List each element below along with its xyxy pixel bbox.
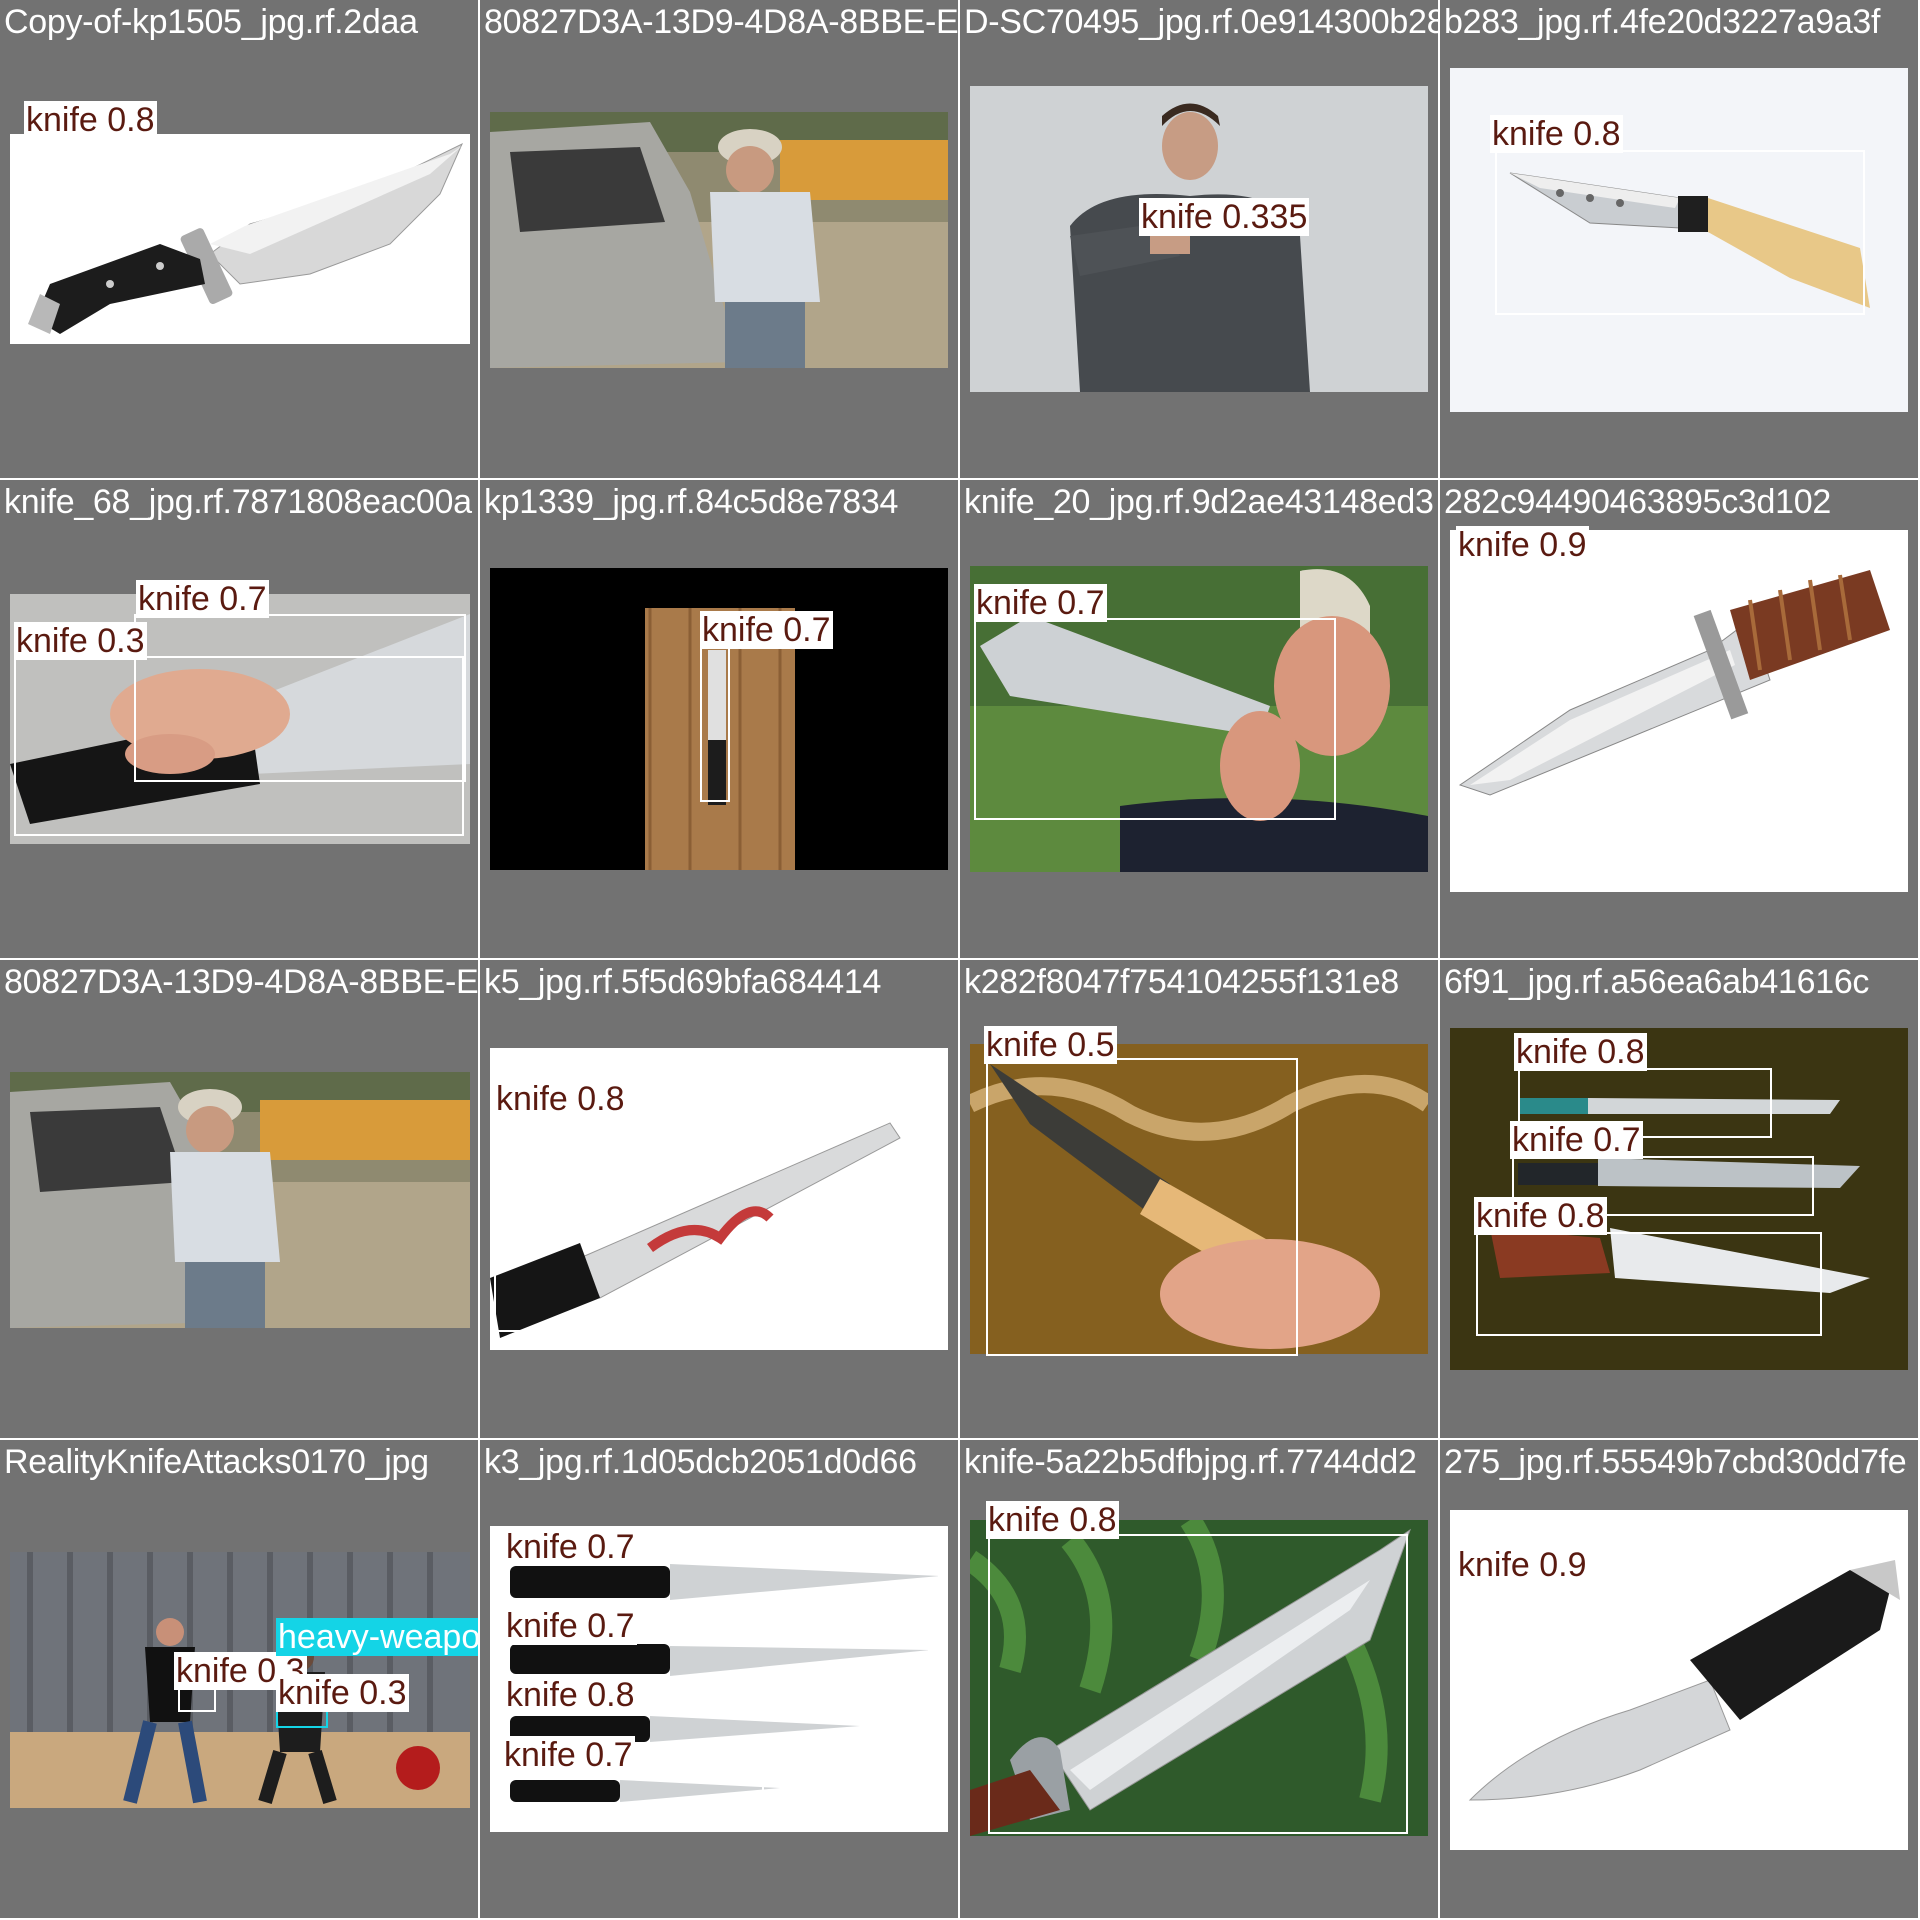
tile-title: k282f8047f754104255f131e8 <box>964 963 1399 1001</box>
detection-label: knife 0.8 <box>1514 1033 1647 1071</box>
tile-title: k5_jpg.rf.5f5d69bfa684414 <box>484 963 882 1001</box>
detection-label: knife 0.8 <box>986 1501 1119 1539</box>
tile-title: knife_68_jpg.rf.7871808eac00a <box>4 483 472 521</box>
tile-title: knife_20_jpg.rf.9d2ae43148ed3 <box>964 483 1434 521</box>
tile-title: 80827D3A-13D9-4D8A-8BBE-E67D <box>484 3 958 41</box>
tile-title: 282c94490463895c3d102 <box>1444 483 1831 521</box>
tile: 275_jpg.rf.55549b7cbd30dd7fe knife 0.9 <box>1440 1440 1918 1918</box>
tile-title: 6f91_jpg.rf.a56ea6ab41616c <box>1444 963 1870 1001</box>
tile-title: Copy-of-kp1505_jpg.rf.2daa <box>4 3 418 41</box>
detection-label: knife 0.8 <box>1490 115 1623 153</box>
tile: 6f91_jpg.rf.a56ea6ab41616c knife 0.8 kni… <box>1440 960 1918 1438</box>
tile: Copy-of-kp1505_jpg.rf.2daa knife 0.8 <box>0 0 478 478</box>
detection-box <box>988 1534 1408 1834</box>
detection-box <box>1476 1232 1822 1336</box>
tile: k5_jpg.rf.5f5d69bfa684414 knife 0.8 <box>480 960 958 1438</box>
tile: knife-5a22b5dfbjpg.rf.7744dd2 knife 0.8 <box>960 1440 1438 1918</box>
tile: knife_68_jpg.rf.7871808eac00a knife 0.7 … <box>0 480 478 958</box>
detection-box <box>700 646 730 802</box>
detection-box <box>1454 550 1902 830</box>
detection-label: knife 0.7 <box>504 1528 637 1566</box>
detection-label: knife 0.9 <box>1456 1546 1589 1584</box>
detection-label: knife 0.7 <box>974 584 1107 622</box>
tile-title: b283_jpg.rf.4fe20d3227a9a3f <box>1444 3 1881 41</box>
detection-box <box>986 1058 1298 1356</box>
tile-image <box>970 86 1428 392</box>
detection-label: knife 0.8 <box>504 1676 637 1714</box>
detection-box <box>178 1688 216 1712</box>
tile: 282c94490463895c3d102 knife 0.9 <box>1440 480 1918 958</box>
tile: k282f8047f754104255f131e8 knife 0.5 <box>960 960 1438 1438</box>
tile: 80827D3A-13D9-4D8A-8BBE-E67D <box>0 960 478 1438</box>
detection-label: knife 0.3 <box>14 622 147 660</box>
tile-title: D-SC70495_jpg.rf.0e914300b283 <box>964 3 1438 41</box>
detection-box <box>494 1114 914 1332</box>
tile: RealityKnifeAttacks0170_jpg knife 0.3 he… <box>0 1440 478 1918</box>
tile-title: k3_jpg.rf.1d05dcb2051d0d66 <box>484 1443 917 1481</box>
detection-box <box>10 134 470 344</box>
detection-box <box>974 618 1336 820</box>
tile-title: kp1339_jpg.rf.84c5d8e7834 <box>484 483 899 521</box>
tile-title: knife-5a22b5dfbjpg.rf.7744dd2 <box>964 1443 1417 1481</box>
detection-label: knife 0.9 <box>1456 526 1589 564</box>
detection-label: knife 0.3 <box>276 1674 409 1712</box>
tile-title: RealityKnifeAttacks0170_jpg <box>4 1443 429 1481</box>
detection-label-heavy-weapon: heavy-weapon 0.6 <box>276 1618 478 1656</box>
tile: 80827D3A-13D9-4D8A-8BBE-E67D <box>480 0 958 478</box>
detection-label: knife 0.5 <box>984 1026 1117 1064</box>
detection-mosaic: Copy-of-kp1505_jpg.rf.2daa knife 0.8 808… <box>0 0 1920 1920</box>
detection-box <box>502 1772 764 1808</box>
detection-label: knife 0.7 <box>700 611 833 649</box>
tile-title: 80827D3A-13D9-4D8A-8BBE-E67D <box>4 963 478 1001</box>
tile: k3_jpg.rf.1d05dcb2051d0d66 knife 0.7 kni… <box>480 1440 958 1918</box>
tile-title: 275_jpg.rf.55549b7cbd30dd7fe <box>1444 1443 1907 1481</box>
detection-label: knife 0.7 <box>502 1736 635 1774</box>
detection-label: knife 0.8 <box>1474 1197 1607 1235</box>
detection-box <box>504 1562 940 1610</box>
tile: knife_20_jpg.rf.9d2ae43148ed3 knife 0.7 <box>960 480 1438 958</box>
detection-label: knife 0.8 <box>24 101 157 139</box>
detection-label: knife 0.7 <box>136 580 269 618</box>
detection-label: knife 0.7 <box>1510 1121 1643 1159</box>
tile-image <box>10 1072 470 1328</box>
detection-label: knife 0.7 <box>504 1607 637 1645</box>
tile-image <box>490 112 948 368</box>
detection-box <box>1495 150 1865 315</box>
tile: kp1339_jpg.rf.84c5d8e7834 knife 0.7 <box>480 480 958 958</box>
tile: D-SC70495_jpg.rf.0e914300b283 knife 0.33… <box>960 0 1438 478</box>
detection-label: knife 0.8 <box>494 1080 627 1118</box>
detection-box <box>14 656 464 836</box>
tile: b283_jpg.rf.4fe20d3227a9a3f knife 0.8 <box>1440 0 1918 478</box>
detection-label: knife 0.335 <box>1139 198 1310 236</box>
